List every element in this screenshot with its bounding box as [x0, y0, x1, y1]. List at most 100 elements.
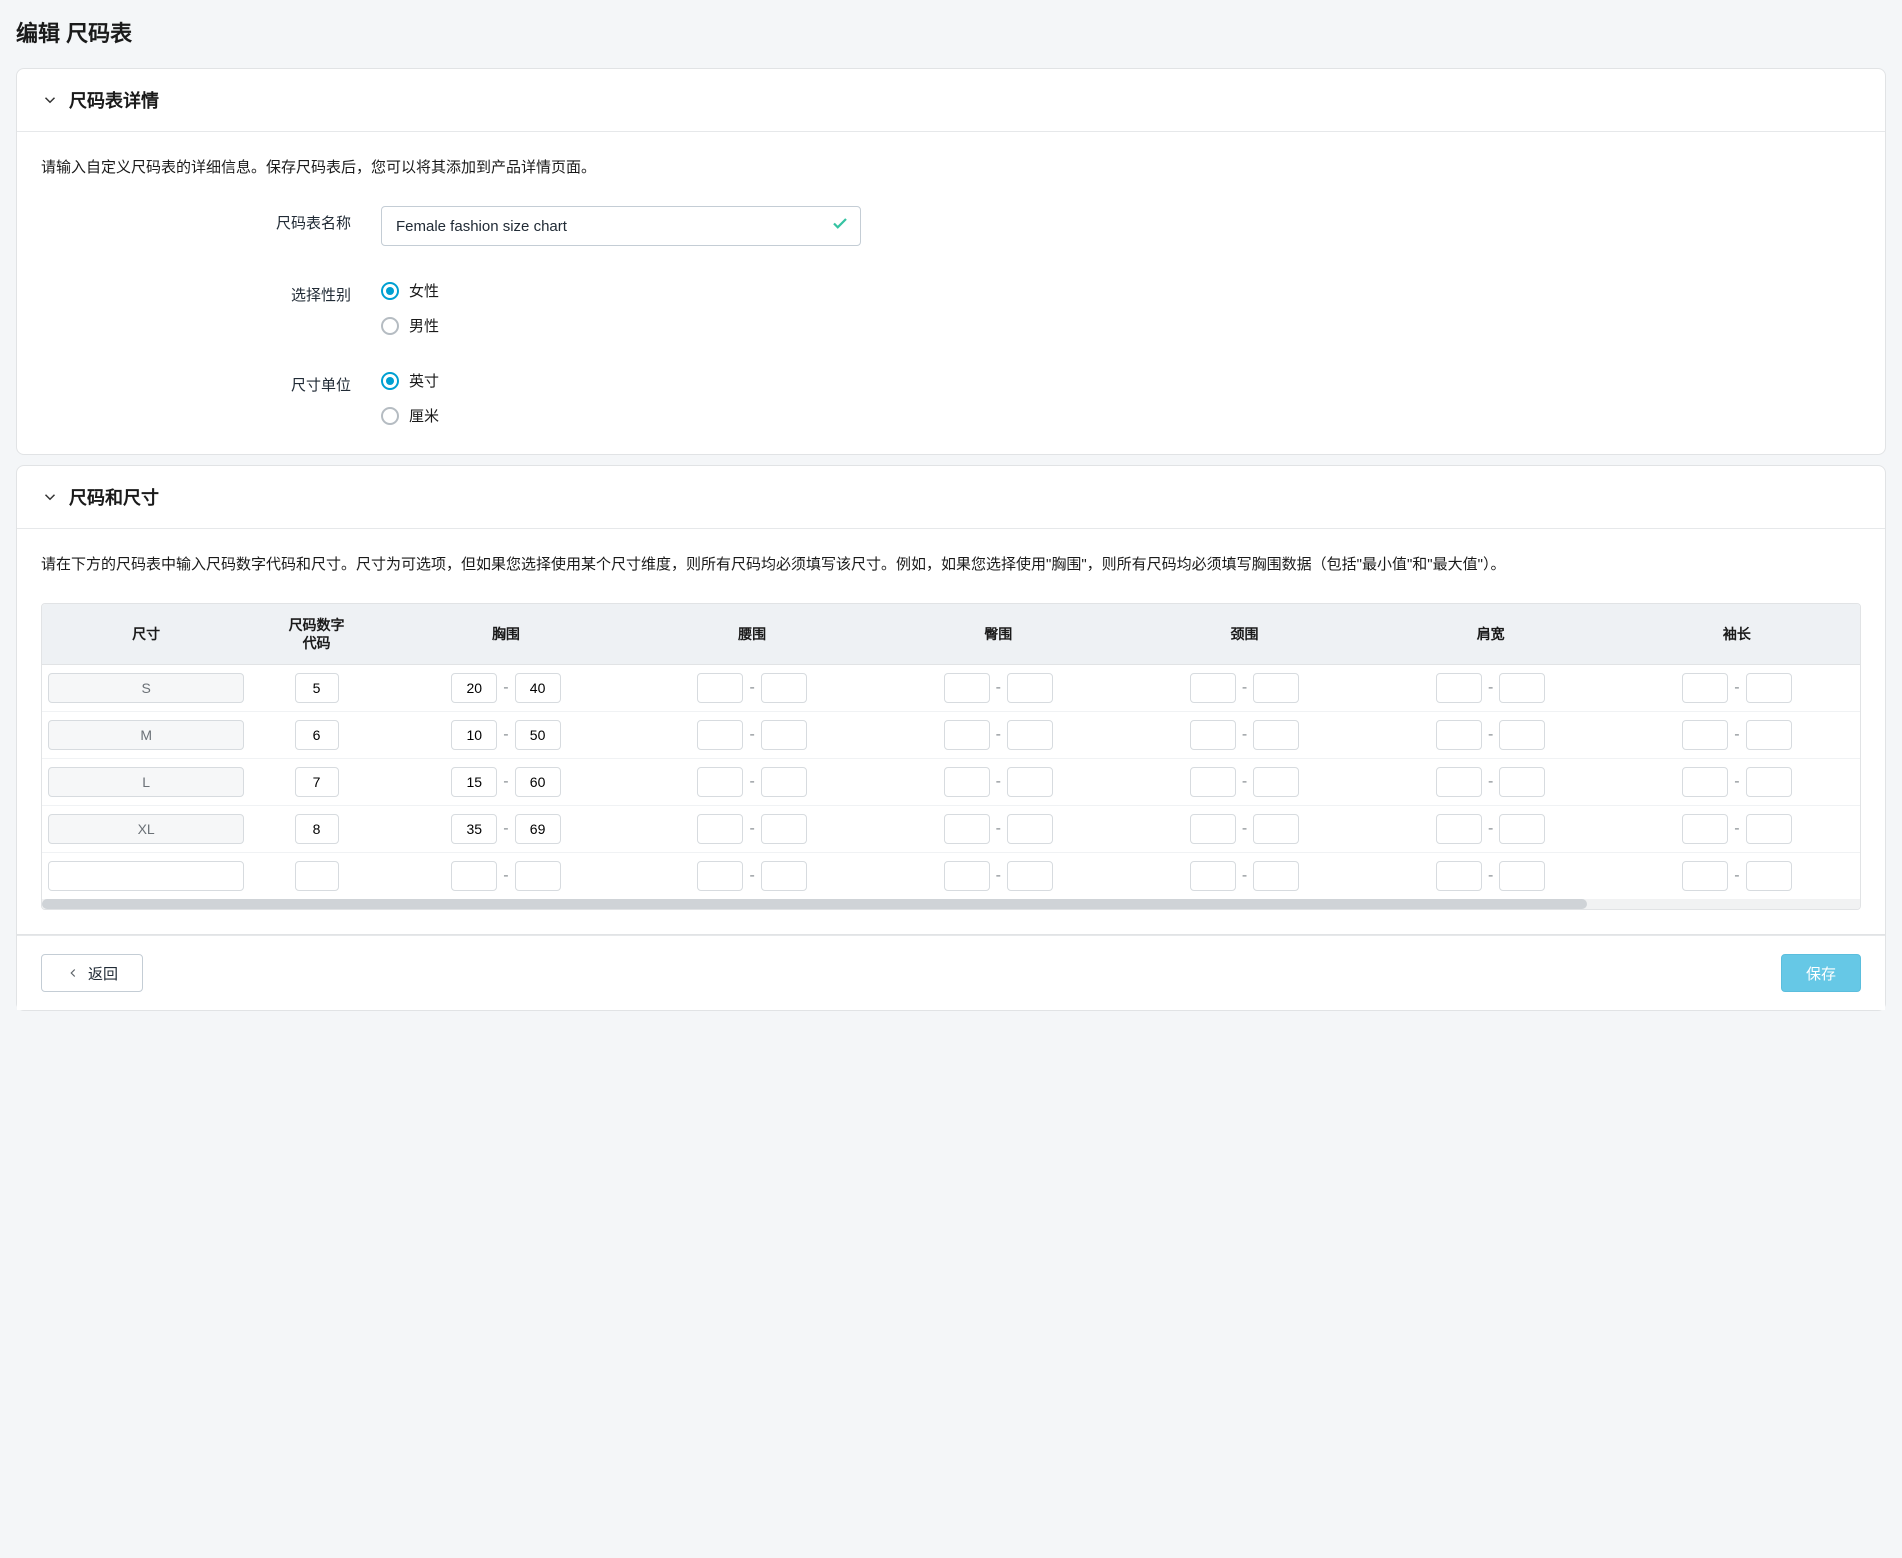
range-dash: -: [749, 726, 754, 744]
waist-min-input[interactable]: [697, 673, 743, 703]
size-input[interactable]: [48, 720, 244, 750]
shoulder-max-input[interactable]: [1499, 861, 1545, 891]
bust-min-input[interactable]: [451, 720, 497, 750]
waist-min-input[interactable]: [697, 767, 743, 797]
sleeve-min-input[interactable]: [1682, 720, 1728, 750]
neck-max-input[interactable]: [1253, 767, 1299, 797]
size-input[interactable]: [48, 673, 244, 703]
panel-header-details[interactable]: 尺码表详情: [17, 69, 1885, 132]
size-input[interactable]: [48, 767, 244, 797]
sleeve-max-input[interactable]: [1746, 767, 1792, 797]
waist-min-input[interactable]: [697, 720, 743, 750]
range-dash: -: [1242, 820, 1247, 838]
hip-max-input[interactable]: [1007, 767, 1053, 797]
neck-max-input[interactable]: [1253, 861, 1299, 891]
range-dash: -: [749, 773, 754, 791]
hip-min-input[interactable]: [944, 767, 990, 797]
sleeve-max-input[interactable]: [1746, 861, 1792, 891]
chart-name-input[interactable]: [381, 206, 861, 246]
waist-max-input[interactable]: [761, 814, 807, 844]
th-shoulder: 肩宽: [1368, 604, 1614, 665]
waist-max-input[interactable]: [761, 767, 807, 797]
waist-max-input[interactable]: [761, 673, 807, 703]
neck-min-input[interactable]: [1190, 720, 1236, 750]
shoulder-min-input[interactable]: [1436, 814, 1482, 844]
range-dash: -: [996, 726, 1001, 744]
size-input[interactable]: [48, 814, 244, 844]
bust-min-input[interactable]: [451, 767, 497, 797]
neck-max-input[interactable]: [1253, 673, 1299, 703]
waist-max-input[interactable]: [761, 720, 807, 750]
size-input[interactable]: [48, 861, 244, 891]
panel-size-chart-details: 尺码表详情 请输入自定义尺码表的详细信息。保存尺码表后，您可以将其添加到产品详情…: [16, 68, 1886, 455]
horizontal-scrollbar[interactable]: [42, 899, 1860, 909]
shoulder-max-input[interactable]: [1499, 767, 1545, 797]
waist-max-input[interactable]: [761, 861, 807, 891]
bust-max-input[interactable]: [515, 814, 561, 844]
bust-min-input[interactable]: [451, 861, 497, 891]
radio-gender-male[interactable]: 男性: [381, 315, 861, 336]
bust-min-input[interactable]: [451, 673, 497, 703]
size-table-container: 尺寸 尺码数字 代码 胸围 腰围 臀围 颈围 肩宽 袖长 -----------…: [41, 603, 1861, 910]
hip-max-input[interactable]: [1007, 720, 1053, 750]
neck-max-input[interactable]: [1253, 720, 1299, 750]
neck-max-input[interactable]: [1253, 814, 1299, 844]
code-input[interactable]: [295, 720, 339, 750]
neck-min-input[interactable]: [1190, 673, 1236, 703]
sleeve-min-input[interactable]: [1682, 814, 1728, 844]
chevron-down-icon: [41, 488, 59, 506]
save-button-label: 保存: [1806, 963, 1836, 984]
shoulder-max-input[interactable]: [1499, 814, 1545, 844]
radio-dot-icon: [381, 282, 399, 300]
save-button[interactable]: 保存: [1781, 954, 1861, 992]
sleeve-max-input[interactable]: [1746, 720, 1792, 750]
shoulder-max-input[interactable]: [1499, 673, 1545, 703]
shoulder-max-input[interactable]: [1499, 720, 1545, 750]
shoulder-min-input[interactable]: [1436, 673, 1482, 703]
waist-min-input[interactable]: [697, 861, 743, 891]
code-input[interactable]: [295, 814, 339, 844]
radio-unit-inch[interactable]: 英寸: [381, 370, 861, 391]
th-code: 尺码数字 代码: [250, 604, 383, 665]
range-dash: -: [1488, 726, 1493, 744]
range-dash: -: [503, 820, 508, 838]
neck-min-input[interactable]: [1190, 861, 1236, 891]
hip-max-input[interactable]: [1007, 673, 1053, 703]
hip-min-input[interactable]: [944, 720, 990, 750]
back-button[interactable]: 返回: [41, 954, 143, 992]
waist-min-input[interactable]: [697, 814, 743, 844]
range-dash: -: [996, 679, 1001, 697]
code-input[interactable]: [295, 673, 339, 703]
code-input[interactable]: [295, 861, 339, 891]
neck-min-input[interactable]: [1190, 767, 1236, 797]
radio-label-inch: 英寸: [409, 370, 439, 391]
hip-min-input[interactable]: [944, 673, 990, 703]
hip-max-input[interactable]: [1007, 814, 1053, 844]
radio-gender-female[interactable]: 女性: [381, 280, 861, 301]
bust-max-input[interactable]: [515, 673, 561, 703]
sleeve-max-input[interactable]: [1746, 673, 1792, 703]
bust-max-input[interactable]: [515, 767, 561, 797]
radio-label-male: 男性: [409, 315, 439, 336]
panel-header-sizes[interactable]: 尺码和尺寸: [17, 466, 1885, 529]
range-dash: -: [1488, 679, 1493, 697]
shoulder-min-input[interactable]: [1436, 767, 1482, 797]
sleeve-min-input[interactable]: [1682, 767, 1728, 797]
range-dash: -: [996, 820, 1001, 838]
hip-max-input[interactable]: [1007, 861, 1053, 891]
shoulder-min-input[interactable]: [1436, 720, 1482, 750]
sleeve-min-input[interactable]: [1682, 673, 1728, 703]
sleeve-min-input[interactable]: [1682, 861, 1728, 891]
hip-min-input[interactable]: [944, 861, 990, 891]
radio-unit-cm[interactable]: 厘米: [381, 405, 861, 426]
bust-max-input[interactable]: [515, 861, 561, 891]
hip-min-input[interactable]: [944, 814, 990, 844]
sleeve-max-input[interactable]: [1746, 814, 1792, 844]
code-input[interactable]: [295, 767, 339, 797]
bust-max-input[interactable]: [515, 720, 561, 750]
shoulder-min-input[interactable]: [1436, 861, 1482, 891]
bust-min-input[interactable]: [451, 814, 497, 844]
neck-min-input[interactable]: [1190, 814, 1236, 844]
range-dash: -: [996, 867, 1001, 885]
panel-title-sizes: 尺码和尺寸: [69, 484, 159, 510]
